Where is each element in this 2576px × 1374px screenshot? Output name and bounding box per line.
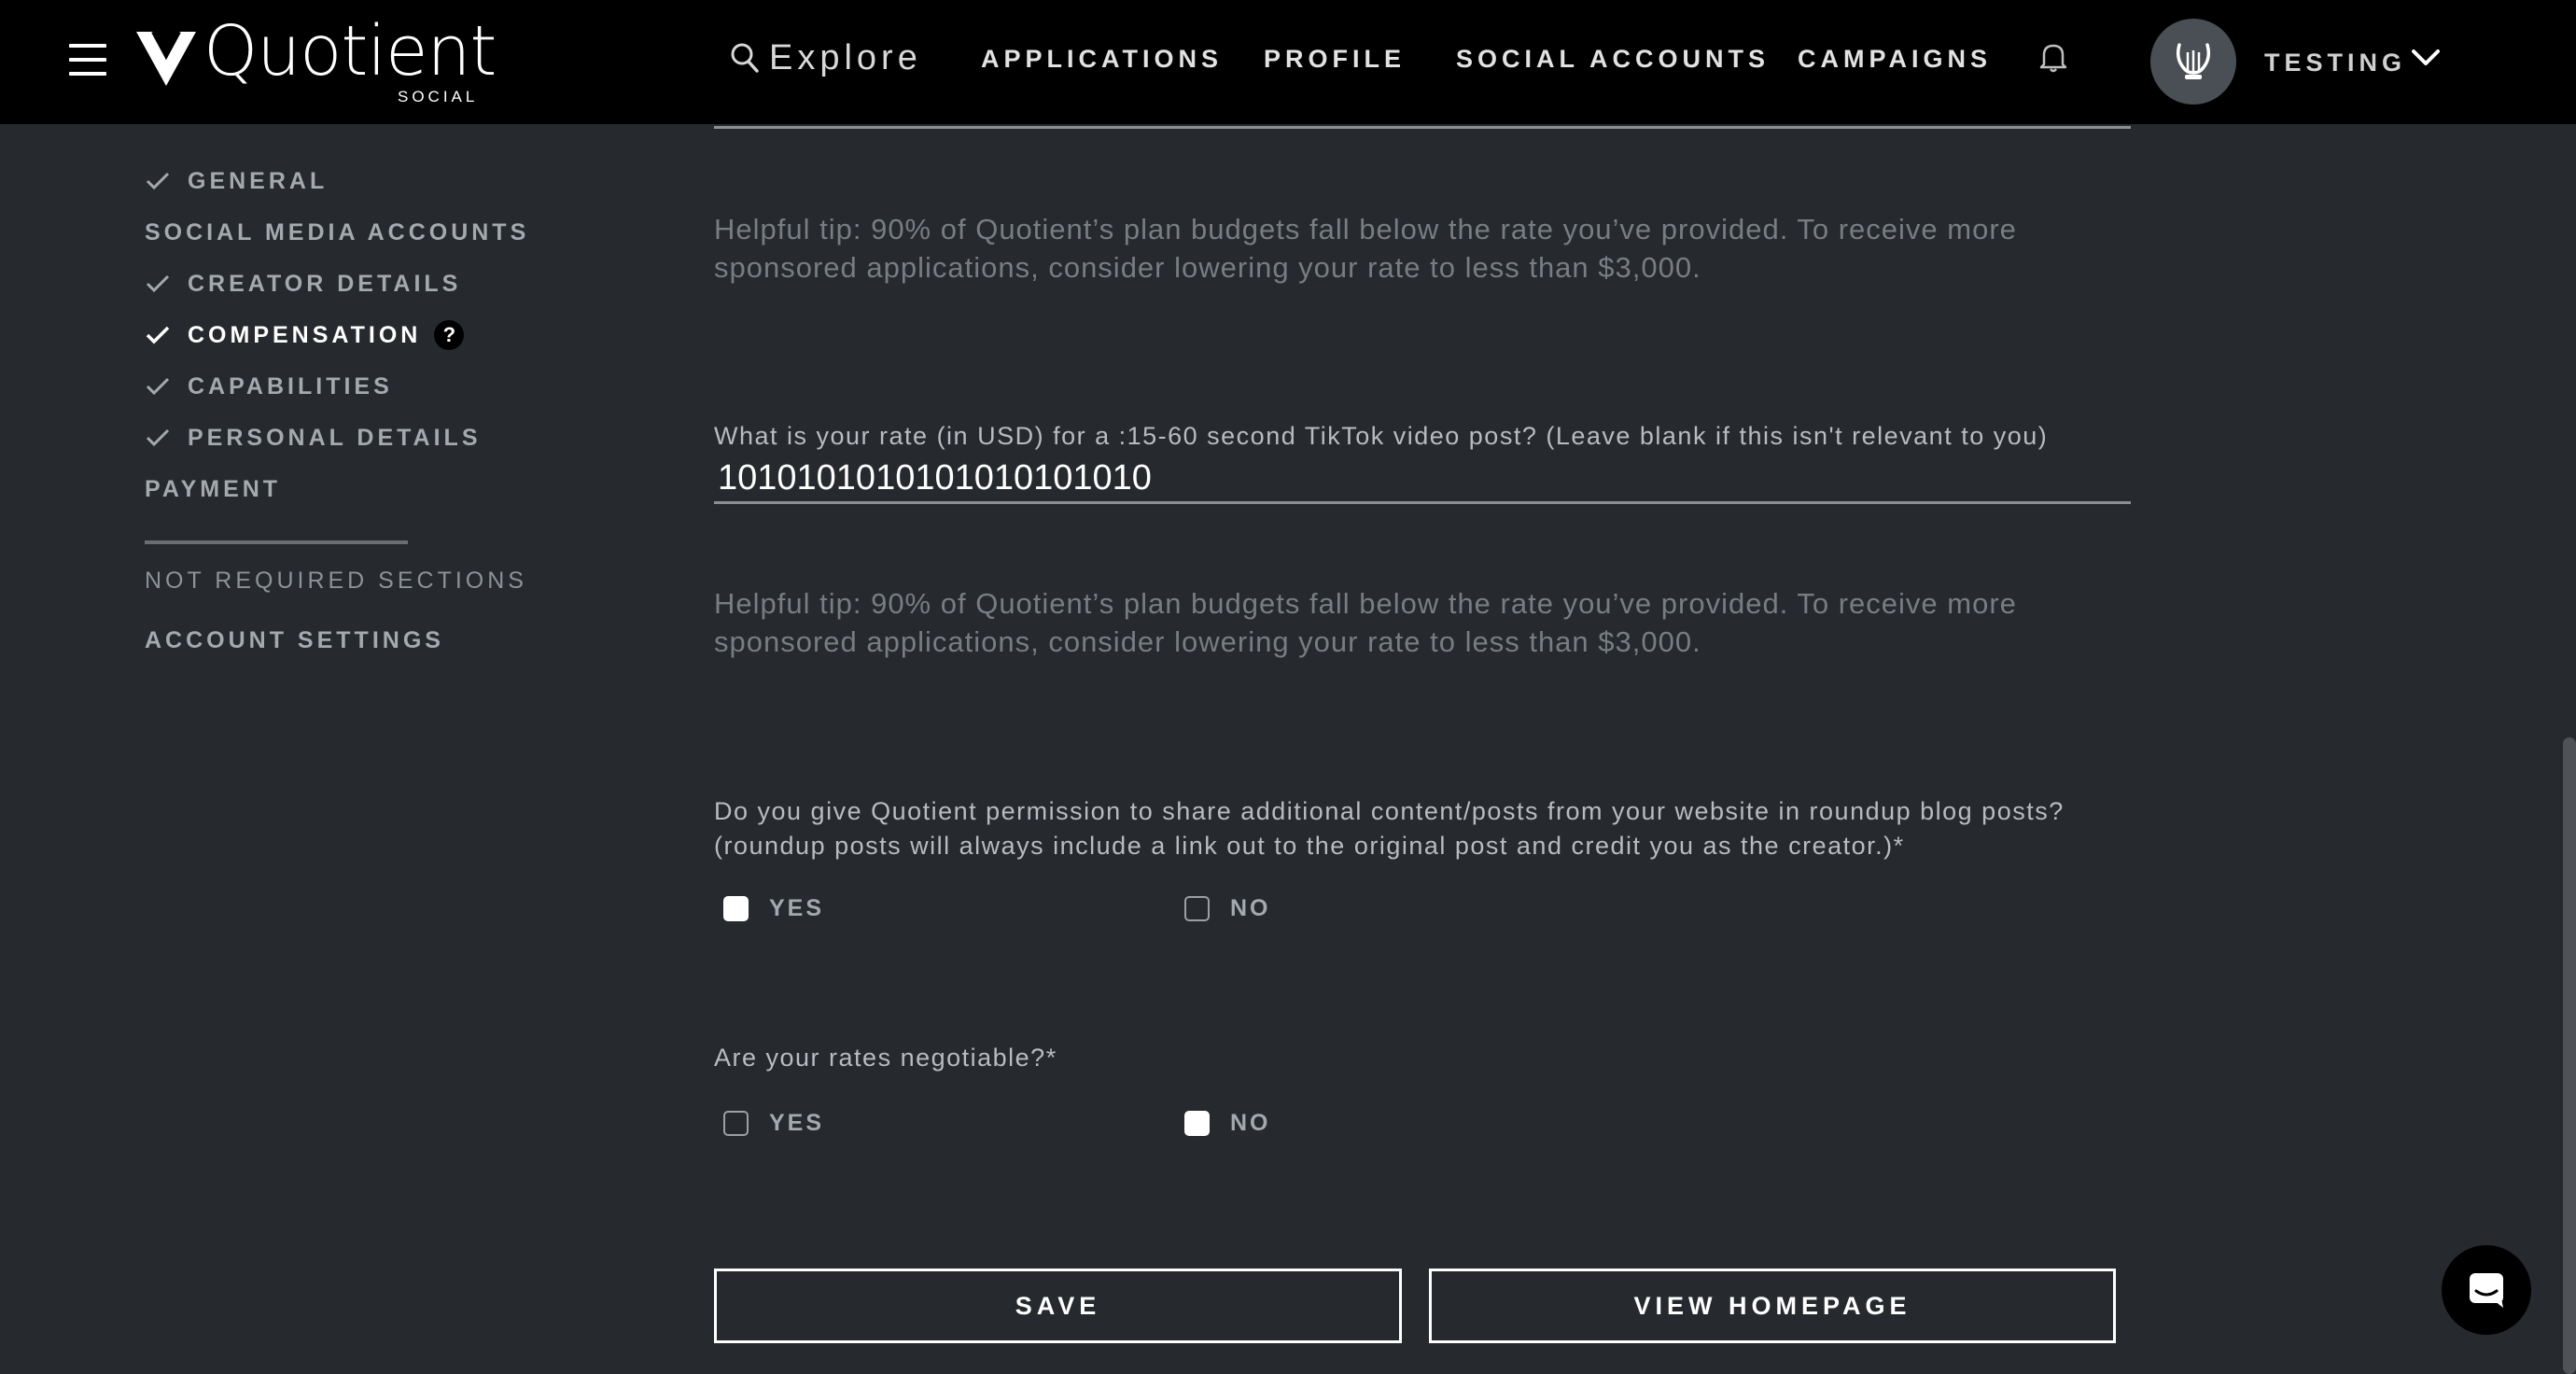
sidebar-item-creator-details[interactable]: CREATOR DETAILS (145, 265, 461, 302)
save-button[interactable]: SAVE (714, 1269, 1402, 1343)
explore-label: Explore (769, 37, 922, 77)
logo-wordmark: Quotient (203, 11, 497, 91)
permission-no-option[interactable]: NO (1184, 895, 1271, 922)
sidebar-item-capabilities[interactable]: CAPABILITIES (145, 368, 393, 405)
checkmark-icon (146, 428, 170, 447)
negotiable-no-checkbox[interactable] (1184, 1111, 1210, 1136)
chevron-down-icon[interactable] (2410, 47, 2442, 69)
sidebar-item-social-media-accounts[interactable]: SOCIAL MEDIA ACCOUNTS (145, 214, 529, 251)
checkmark-icon (146, 172, 170, 190)
tiktok-rate-input[interactable] (714, 456, 2131, 504)
permission-yes-option[interactable]: YES (723, 895, 824, 922)
permission-question-line1: Do you give Quotient permission to share… (714, 797, 2065, 825)
permission-yes-checkbox[interactable] (723, 896, 749, 921)
chat-launcher-button[interactable] (2442, 1245, 2531, 1335)
sidebar-item-label: PERSONAL DETAILS (188, 424, 482, 451)
sidebar-item-label: GENERAL (188, 167, 329, 194)
permission-question-line2: (roundup posts will always include a lin… (714, 832, 1905, 860)
checkmark-icon (146, 274, 170, 293)
negotiable-yes-label: YES (769, 1110, 825, 1136)
negotiable-yes-option[interactable]: YES (723, 1110, 824, 1137)
permission-question: Do you give Quotient permission to share… (714, 794, 2151, 863)
sidebar-item-label: CREATOR DETAILS (188, 270, 462, 297)
nav-campaigns[interactable]: CAMPAIGNS (1798, 45, 1992, 74)
sidebar-item-payment[interactable]: PAYMENT (145, 470, 281, 508)
sidebar-item-personal-details[interactable]: PERSONAL DETAILS (145, 419, 482, 456)
sidebar-item-label: COMPENSATION (188, 321, 422, 348)
lyre-icon (2176, 43, 2211, 79)
logo-subtext: SOCIAL (398, 88, 479, 105)
sidebar-item-general[interactable]: GENERAL (145, 162, 328, 200)
sidebar-item-account-settings[interactable]: ACCOUNT SETTINGS (145, 622, 444, 659)
bell-icon[interactable] (2038, 41, 2068, 73)
checkmark-icon (146, 377, 170, 396)
helpful-tip-1: Helpful tip: 90% of Quotient’s plan budg… (714, 213, 2017, 284)
user-name[interactable]: TESTING (2264, 49, 2406, 77)
not-required-sections-heading: NOT REQUIRED SECTIONS (145, 568, 527, 594)
permission-yes-label: YES (769, 895, 825, 921)
sidebar-item-label: PAYMENT (145, 475, 282, 502)
nav-applications[interactable]: APPLICATIONS (981, 45, 1223, 74)
sidebar-item-compensation[interactable]: COMPENSATION ? (145, 316, 465, 354)
checkmark-icon (146, 326, 170, 344)
quotient-logo[interactable]: Quotient SOCIAL (134, 17, 497, 108)
tiktok-rate-label: What is your rate (in USD) for a :15-60 … (714, 422, 2049, 450)
help-icon[interactable]: ? (434, 320, 465, 350)
view-homepage-button[interactable]: VIEW HOMEPAGE (1429, 1269, 2116, 1343)
search-icon (731, 43, 759, 73)
permission-no-label: NO (1230, 895, 1271, 921)
chat-icon (2470, 1273, 2503, 1308)
negotiable-no-label: NO (1230, 1110, 1271, 1136)
menu-icon[interactable] (69, 44, 106, 77)
negotiable-question: Are your rates negotiable?* (714, 1044, 1057, 1072)
scrollbar[interactable] (2563, 737, 2576, 1374)
negotiable-no-option[interactable]: NO (1184, 1110, 1271, 1137)
previous-input-underline (714, 126, 2131, 129)
sidebar-item-label: SOCIAL MEDIA ACCOUNTS (145, 218, 530, 245)
top-navigation-bar: Quotient SOCIAL Explore APPLICATIONS PRO… (0, 0, 2576, 124)
sidebar-item-label: CAPABILITIES (188, 372, 393, 400)
nav-profile[interactable]: PROFILE (1264, 45, 1406, 74)
helpful-tip-2: Helpful tip: 90% of Quotient’s plan budg… (714, 587, 2017, 658)
page: Quotient SOCIAL Explore APPLICATIONS PRO… (0, 0, 2576, 1374)
permission-no-checkbox[interactable] (1184, 896, 1210, 921)
negotiable-yes-checkbox[interactable] (723, 1111, 749, 1136)
quotient-logo-mark-icon (136, 31, 196, 86)
sidebar-divider (145, 540, 408, 544)
avatar[interactable] (2150, 19, 2236, 105)
nav-social-accounts[interactable]: SOCIAL ACCOUNTS (1456, 45, 1770, 74)
explore-search[interactable]: Explore (730, 37, 922, 78)
sidebar-item-label: ACCOUNT SETTINGS (145, 626, 444, 653)
